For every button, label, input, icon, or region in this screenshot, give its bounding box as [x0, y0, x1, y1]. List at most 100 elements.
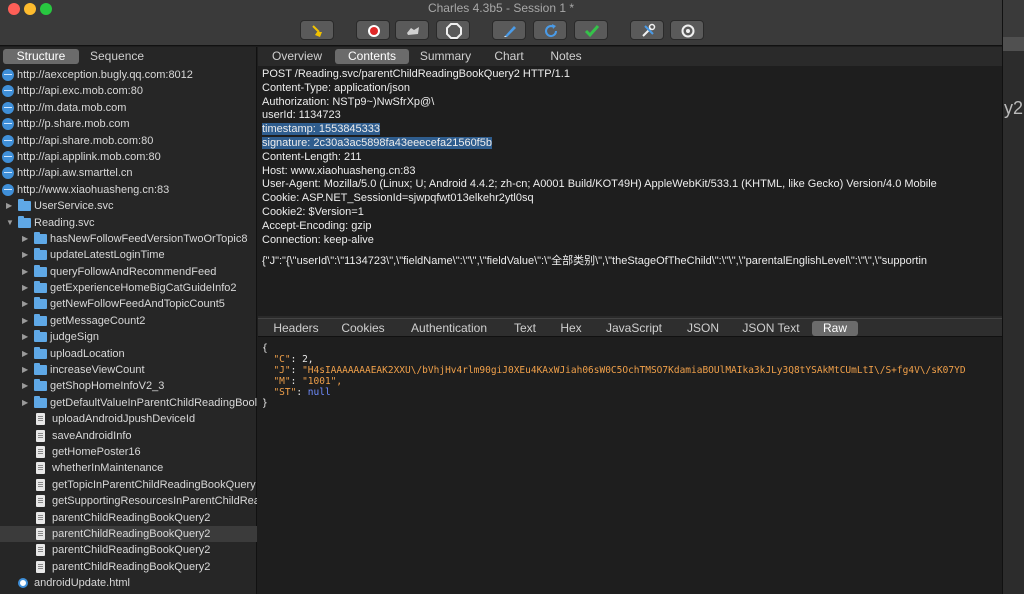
- disclosure-closed-icon[interactable]: ▶: [6, 198, 12, 214]
- response-tab-headers[interactable]: Headers: [264, 321, 328, 336]
- request-line: Cookie2: $Version=1: [262, 206, 1002, 220]
- record-button[interactable]: [356, 20, 390, 40]
- settings-button[interactable]: [670, 20, 704, 40]
- json-open-brace: {: [262, 343, 268, 354]
- clear-session-button[interactable]: [300, 20, 334, 40]
- request-view[interactable]: POST /Reading.svc/parentChildReadingBook…: [262, 68, 1002, 316]
- tree-row[interactable]: ▶ queryFollowAndRecommendFeed: [0, 264, 257, 280]
- validate-button[interactable]: [574, 20, 608, 40]
- view-mode-tabs: Structure Sequence: [0, 47, 256, 66]
- tree-row[interactable]: ▶ hasNewFollowFeedVersionTwoOrTopic8: [0, 231, 257, 247]
- disclosure-closed-icon[interactable]: ▶: [22, 296, 28, 312]
- disclosure-closed-icon[interactable]: ▶: [22, 264, 28, 280]
- throttle-icon: [407, 27, 419, 35]
- tree-row[interactable]: http://p.share.mob.com: [0, 116, 257, 132]
- tree-row-label: http://www.xiaohuasheng.cn:83: [17, 183, 170, 196]
- compose-button[interactable]: [492, 20, 526, 40]
- tree-row-label: judgeSign: [50, 331, 99, 344]
- tree-row[interactable]: parentChildReadingBookQuery2: [0, 542, 257, 558]
- request-line: Connection: keep-alive: [262, 234, 1002, 248]
- tab-structure[interactable]: Structure: [3, 49, 79, 64]
- tree-row-label: getHomePoster16: [52, 445, 141, 458]
- disclosure-closed-icon[interactable]: ▶: [22, 378, 28, 394]
- tree-row[interactable]: ▶ uploadLocation: [0, 346, 257, 362]
- tree-row[interactable]: ▶ getExperienceHomeBigCatGuideInfo2: [0, 280, 257, 296]
- disclosure-open-icon[interactable]: ▼: [6, 215, 14, 231]
- disclosure-closed-icon[interactable]: ▶: [22, 346, 28, 362]
- response-tab-hex[interactable]: Hex: [552, 321, 590, 336]
- breakpoints-button[interactable]: [436, 20, 470, 40]
- document-icon: [36, 560, 45, 573]
- background-window-tabs: [1003, 37, 1024, 51]
- host-tree: http://aexception.bugly.qq.com:8012 http:…: [0, 67, 257, 592]
- request-line: Authorization: NSTp9~)NwSfrXp@\: [262, 96, 1002, 110]
- tree-row[interactable]: saveAndroidInfo: [0, 428, 257, 444]
- tree-row[interactable]: ▶ updateLatestLoginTime: [0, 247, 257, 263]
- tab-contents[interactable]: Contents: [335, 49, 409, 64]
- tree-row[interactable]: ▶ judgeSign: [0, 329, 257, 345]
- tab-chart[interactable]: Chart: [487, 49, 531, 64]
- disclosure-closed-icon[interactable]: ▶: [22, 231, 28, 247]
- disclosure-closed-icon[interactable]: ▶: [22, 247, 28, 263]
- globe-icon: [2, 101, 14, 114]
- tree-row[interactable]: getTopicInParentChildReadingBookQuery: [0, 477, 257, 493]
- response-tab-javascript[interactable]: JavaScript: [596, 321, 672, 336]
- folder-icon: [34, 264, 47, 277]
- response-tab-json[interactable]: JSON: [678, 321, 728, 336]
- tree-row-label: hasNewFollowFeedVersionTwoOrTopic8: [50, 232, 248, 245]
- response-raw-view[interactable]: { "C": 2, "J": "H4sIAAAAAAAEAK2XXU\/bVhj…: [262, 343, 1002, 409]
- response-tab-text[interactable]: Text: [506, 321, 544, 336]
- tree-row[interactable]: ▼ Reading.svc: [0, 215, 257, 231]
- tree-row[interactable]: getSupportingResourcesInParentChildRea: [0, 493, 257, 509]
- repeat-icon: [545, 24, 558, 38]
- tree-row[interactable]: http://aexception.bugly.qq.com:8012: [0, 67, 257, 83]
- tab-overview[interactable]: Overview: [264, 49, 330, 64]
- request-line-text: timestamp: 1553845333: [262, 123, 381, 136]
- throttle-button[interactable]: [395, 20, 429, 40]
- tab-summary[interactable]: Summary: [413, 49, 478, 64]
- disclosure-closed-icon[interactable]: ▶: [22, 329, 28, 345]
- tree-row[interactable]: parentChildReadingBookQuery2: [0, 559, 257, 575]
- response-tab-raw[interactable]: Raw: [812, 321, 858, 336]
- tools-icon: [642, 23, 656, 37]
- tree-row[interactable]: http://api.share.mob.com:80: [0, 133, 257, 149]
- tab-sequence[interactable]: Sequence: [80, 49, 154, 64]
- tab-notes[interactable]: Notes: [544, 49, 588, 64]
- folder-icon: [34, 330, 47, 343]
- tree-row[interactable]: http://api.exc.mob.com:80: [0, 83, 257, 99]
- tree-row[interactable]: http://m.data.mob.com: [0, 100, 257, 116]
- tree-row[interactable]: uploadAndroidJpushDeviceId: [0, 411, 257, 427]
- globe-icon: [2, 150, 14, 163]
- response-tab-authentication[interactable]: Authentication: [400, 321, 498, 336]
- response-tab-cookies[interactable]: Cookies: [334, 321, 392, 336]
- tree-row[interactable]: ▶ UserService.svc: [0, 198, 257, 214]
- disclosure-closed-icon[interactable]: ▶: [22, 362, 28, 378]
- disclosure-closed-icon[interactable]: ▶: [22, 395, 28, 411]
- tree-row[interactable]: ▶ getNewFollowFeedAndTopicCount5: [0, 296, 257, 312]
- disclosure-closed-icon[interactable]: ▶: [22, 280, 28, 296]
- tools-button[interactable]: [630, 20, 664, 40]
- tree-row[interactable]: ▶ getDefaultValueInParentChildReadingBool: [0, 395, 257, 411]
- tree-row[interactable]: parentChildReadingBookQuery2: [0, 510, 257, 526]
- response-tab-json-text[interactable]: JSON Text: [736, 321, 806, 336]
- json-key: "C": [273, 354, 291, 365]
- tree-row[interactable]: parentChildReadingBookQuery2: [0, 525, 257, 543]
- tree-row[interactable]: http://api.aw.smarttel.cn: [0, 165, 257, 181]
- page-icon: [18, 578, 28, 589]
- tree-row[interactable]: ▶ getMessageCount2: [0, 313, 257, 329]
- repeat-button[interactable]: [533, 20, 567, 40]
- tree-row-label: queryFollowAndRecommendFeed: [50, 265, 217, 278]
- tree-row[interactable]: ▶ getShopHomeInfoV2_3: [0, 378, 257, 394]
- tree-row[interactable]: getHomePoster16: [0, 444, 257, 460]
- tree-row[interactable]: whetherInMaintenance: [0, 460, 257, 476]
- request-line-text: Content-Length: 211: [262, 150, 362, 163]
- tree-row[interactable]: http://api.applink.mob.com:80: [0, 149, 257, 165]
- disclosure-closed-icon[interactable]: ▶: [22, 313, 28, 329]
- breakpoint-icon: [446, 23, 462, 39]
- tree-row-label: getDefaultValueInParentChildReadingBool: [50, 396, 257, 409]
- folder-icon: [18, 199, 31, 212]
- folder-icon: [34, 363, 47, 376]
- tree-row[interactable]: http://www.xiaohuasheng.cn:83: [0, 182, 257, 198]
- tree-row[interactable]: ▶ increaseViewCount: [0, 362, 257, 378]
- tree-row[interactable]: androidUpdate.html: [0, 575, 257, 591]
